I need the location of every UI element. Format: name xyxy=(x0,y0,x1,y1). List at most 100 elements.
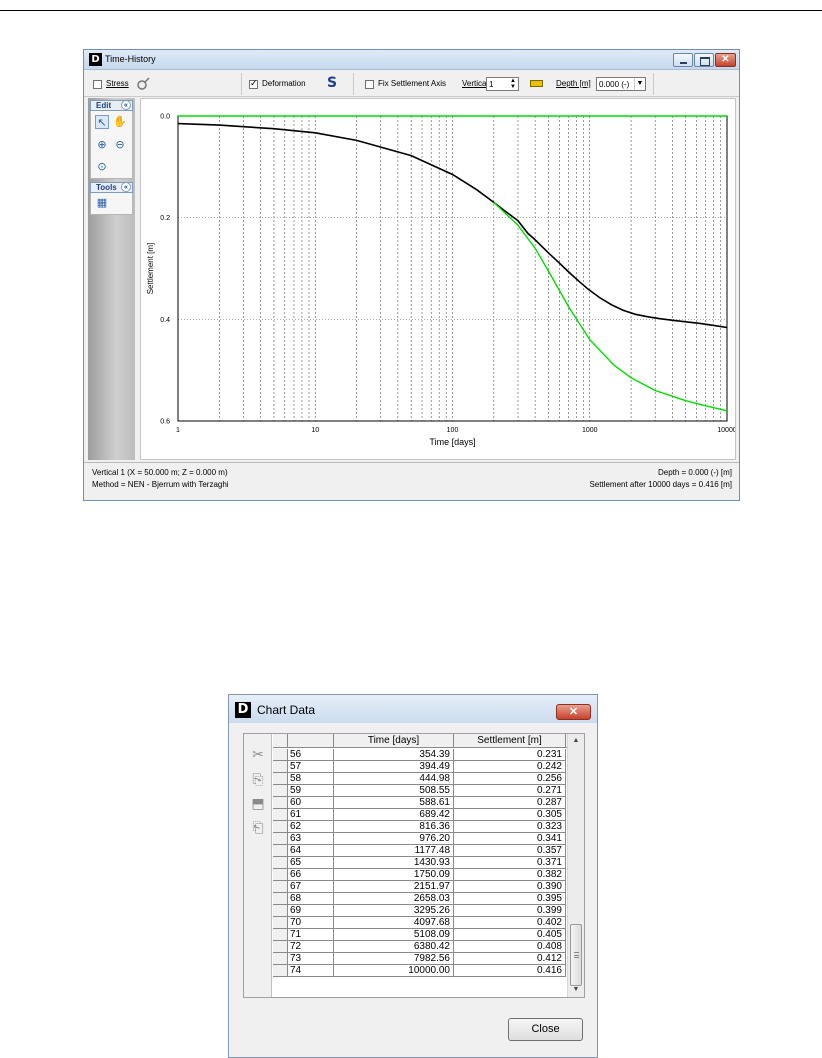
maximize-button[interactable] xyxy=(694,53,714,67)
scroll-thumb[interactable] xyxy=(570,924,582,986)
table-row[interactable]: 63 976.20 0.341 xyxy=(273,833,567,845)
row-index-cell[interactable]: 62 xyxy=(288,821,334,833)
table-row[interactable]: 71 5108.09 0.405 xyxy=(273,929,567,941)
row-index-cell[interactable]: 74 xyxy=(288,965,334,977)
row-index-cell[interactable]: 71 xyxy=(288,929,334,941)
settlement-cell[interactable]: 0.231 xyxy=(454,749,566,761)
scroll-down-icon[interactable]: ▼ xyxy=(571,985,581,995)
pan-hand-icon[interactable]: ✋ xyxy=(113,115,127,129)
row-index-cell[interactable]: 70 xyxy=(288,917,334,929)
vertical-scrollbar[interactable]: ▲ ▼ xyxy=(567,734,584,997)
time-cell[interactable]: 1750.09 xyxy=(334,869,454,881)
time-cell[interactable]: 689.42 xyxy=(334,809,454,821)
stress-label[interactable]: Stress xyxy=(106,79,129,88)
table-row[interactable]: 64 1177.48 0.357 xyxy=(273,845,567,857)
time-cell[interactable]: 508.55 xyxy=(334,785,454,797)
time-cell[interactable]: 4097.68 xyxy=(334,917,454,929)
table-row[interactable]: 61 689.42 0.305 xyxy=(273,809,567,821)
row-index-cell[interactable]: 58 xyxy=(288,773,334,785)
cut-icon[interactable]: ✂ xyxy=(249,746,267,764)
table-row[interactable]: 74 10000.00 0.416 xyxy=(273,965,567,977)
settlement-cell[interactable]: 0.408 xyxy=(454,941,566,953)
paste-icon[interactable]: ⎗ xyxy=(249,819,267,837)
vertical-spinner[interactable]: 1 ▲ ▼ xyxy=(486,77,519,91)
settlement-cell[interactable]: 0.412 xyxy=(454,953,566,965)
row-index-cell[interactable]: 61 xyxy=(288,809,334,821)
time-cell[interactable]: 10000.00 xyxy=(334,965,454,977)
settlement-cell[interactable]: 0.399 xyxy=(454,905,566,917)
time-cell[interactable]: 588.61 xyxy=(334,797,454,809)
stress-probe-icon[interactable] xyxy=(136,77,150,91)
chart-data-grid[interactable]: Time [days] Settlement [m] 56 354.39 0.231… xyxy=(273,734,567,997)
time-cell[interactable]: 2151.97 xyxy=(334,881,454,893)
time-history-chart[interactable]: 1 10 100 1000 10000 0.0 0.2 0.4 0.6 Time [days] Se… xyxy=(140,98,736,460)
collapse-tools-icon[interactable]: « xyxy=(121,182,131,192)
collapse-edit-icon[interactable]: « xyxy=(121,100,131,110)
settlement-cell[interactable]: 0.405 xyxy=(454,929,566,941)
table-row[interactable]: 73 7982.56 0.412 xyxy=(273,953,567,965)
table-row[interactable]: 56 354.39 0.231 xyxy=(273,749,567,761)
close-button[interactable]: ✕ xyxy=(715,53,736,67)
zoom-fit-icon[interactable]: ⊙ xyxy=(95,160,109,174)
tools-panel-header[interactable]: Tools « xyxy=(90,182,133,193)
fix-settlement-axis-checkbox[interactable] xyxy=(365,80,374,89)
settlement-cell[interactable]: 0.305 xyxy=(454,809,566,821)
time-cell[interactable]: 3295.26 xyxy=(334,905,454,917)
minimize-button[interactable] xyxy=(673,53,693,67)
time-cell[interactable]: 1177.48 xyxy=(334,845,454,857)
time-cell[interactable]: 1430.93 xyxy=(334,857,454,869)
insert-row-icon[interactable]: ⬒ xyxy=(249,795,267,813)
select-arrow-icon[interactable]: ↖ xyxy=(95,115,109,129)
table-row[interactable]: 72 6380.42 0.408 xyxy=(273,941,567,953)
settlement-cell[interactable]: 0.287 xyxy=(454,797,566,809)
settlement-cell[interactable]: 0.242 xyxy=(454,761,566,773)
time-cell[interactable]: 444.98 xyxy=(334,773,454,785)
row-index-cell[interactable]: 69 xyxy=(288,905,334,917)
edit-panel-header[interactable]: Edit « xyxy=(90,100,133,111)
settlement-cell[interactable]: 0.341 xyxy=(454,833,566,845)
settlement-cell[interactable]: 0.256 xyxy=(454,773,566,785)
table-row[interactable]: 62 816.36 0.323 xyxy=(273,821,567,833)
copy-icon[interactable]: ⎘ xyxy=(249,771,267,789)
time-cell[interactable]: 976.20 xyxy=(334,833,454,845)
settlement-cell[interactable]: 0.271 xyxy=(454,785,566,797)
settlement-cell[interactable]: 0.402 xyxy=(454,917,566,929)
table-row[interactable]: 66 1750.09 0.382 xyxy=(273,869,567,881)
time-cell[interactable]: 2658.03 xyxy=(334,893,454,905)
time-cell[interactable]: 394.49 xyxy=(334,761,454,773)
row-index-cell[interactable]: 73 xyxy=(288,953,334,965)
chart-data-titlebar[interactable]: D Chart Data ✕ xyxy=(229,695,597,723)
row-index-cell[interactable]: 72 xyxy=(288,941,334,953)
table-row[interactable]: 59 508.55 0.271 xyxy=(273,785,567,797)
row-index-cell[interactable]: 57 xyxy=(288,761,334,773)
settlement-cell[interactable]: 0.416 xyxy=(454,965,566,977)
table-row[interactable]: 70 4097.68 0.402 xyxy=(273,917,567,929)
settlement-cell[interactable]: 0.357 xyxy=(454,845,566,857)
time-history-titlebar[interactable]: D Time-History ✕ xyxy=(84,50,739,70)
ruler-icon[interactable] xyxy=(530,80,543,87)
spinner-arrows-icon[interactable]: ▲ ▼ xyxy=(509,78,517,90)
scroll-up-icon[interactable]: ▲ xyxy=(571,736,581,746)
close-dialog-button[interactable]: Close xyxy=(508,1018,583,1041)
settlement-cell[interactable]: 0.323 xyxy=(454,821,566,833)
row-index-cell[interactable]: 56 xyxy=(288,749,334,761)
table-row[interactable]: 57 394.49 0.242 xyxy=(273,761,567,773)
chart-data-table-icon[interactable]: ▦ xyxy=(95,196,109,210)
depth-select[interactable]: 0.000 (-) ▼ xyxy=(596,77,646,91)
time-cell[interactable]: 6380.42 xyxy=(334,941,454,953)
time-cell[interactable]: 7982.56 xyxy=(334,953,454,965)
table-row[interactable]: 58 444.98 0.256 xyxy=(273,773,567,785)
table-row[interactable]: 65 1430.93 0.371 xyxy=(273,857,567,869)
time-cell[interactable]: 5108.09 xyxy=(334,929,454,941)
table-row[interactable]: 60 588.61 0.287 xyxy=(273,797,567,809)
time-cell[interactable]: 354.39 xyxy=(334,749,454,761)
row-index-cell[interactable]: 63 xyxy=(288,833,334,845)
row-index-cell[interactable]: 65 xyxy=(288,857,334,869)
stress-checkbox[interactable] xyxy=(93,80,102,89)
row-index-cell[interactable]: 64 xyxy=(288,845,334,857)
row-index-cell[interactable]: 68 xyxy=(288,893,334,905)
table-row[interactable]: 69 3295.26 0.399 xyxy=(273,905,567,917)
table-row[interactable]: 68 2658.03 0.395 xyxy=(273,893,567,905)
row-index-cell[interactable]: 59 xyxy=(288,785,334,797)
zoom-out-icon[interactable]: ⊖ xyxy=(113,138,127,152)
